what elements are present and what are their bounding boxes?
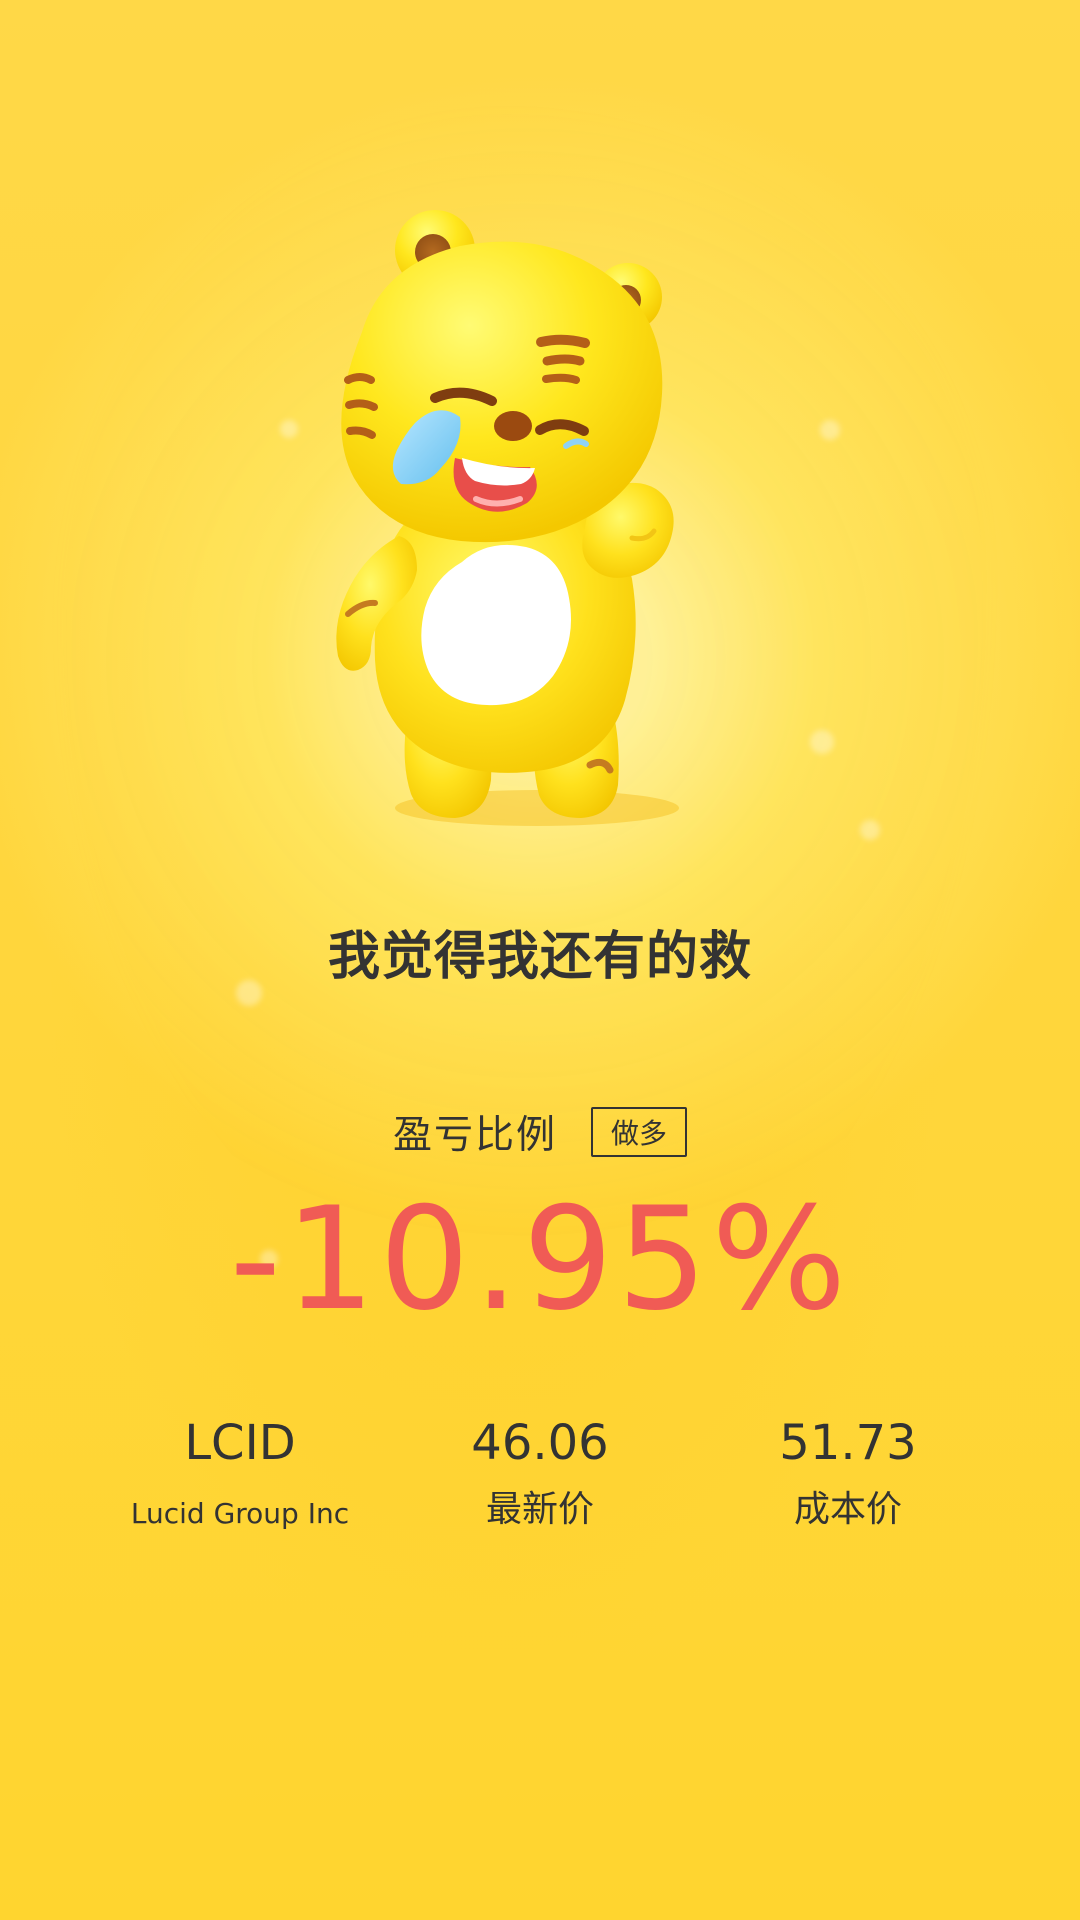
stock-ticker: LCID xyxy=(184,1415,296,1471)
cost-price-value: 51.73 xyxy=(779,1415,917,1471)
background-sparkle xyxy=(280,420,298,438)
cost-price-stat: 51.73 成本价 xyxy=(718,1413,978,1533)
background-sparkle xyxy=(860,820,880,840)
position-type-badge: 做多 xyxy=(591,1107,687,1157)
cost-price-label: 成本价 xyxy=(793,1489,902,1530)
background-sparkle xyxy=(810,730,834,754)
crying-tiger-mascot-icon xyxy=(336,210,679,826)
profit-loss-label-row: 盈亏比例 做多 xyxy=(0,1102,1080,1162)
stock-symbol-stat: LCID Lucid Group Inc xyxy=(110,1413,370,1537)
latest-price-stat: 46.06 最新价 xyxy=(410,1413,670,1533)
headline: 我觉得我还有的救 xyxy=(327,927,752,987)
latest-price-value: 46.06 xyxy=(471,1415,609,1471)
profit-loss-ratio-label: 盈亏比例 xyxy=(392,1113,557,1158)
background-sparkle xyxy=(820,420,840,440)
stock-stats: LCID Lucid Group Inc 46.06 最新价 51.73 成本价 xyxy=(0,1413,1080,1573)
latest-price-label: 最新价 xyxy=(485,1489,594,1530)
profit-loss-ratio-value: -10.95% xyxy=(229,1177,851,1342)
stock-company-name: Lucid Group Inc xyxy=(130,1497,350,1530)
